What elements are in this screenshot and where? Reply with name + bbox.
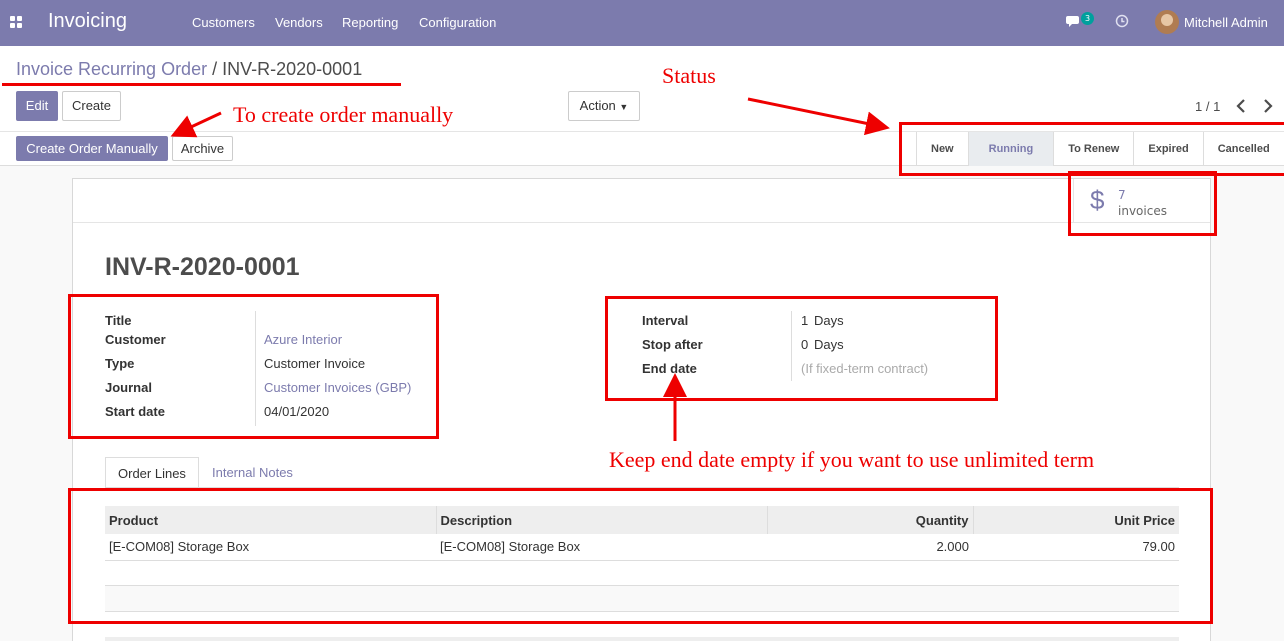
annotation-arrows [170, 97, 890, 441]
